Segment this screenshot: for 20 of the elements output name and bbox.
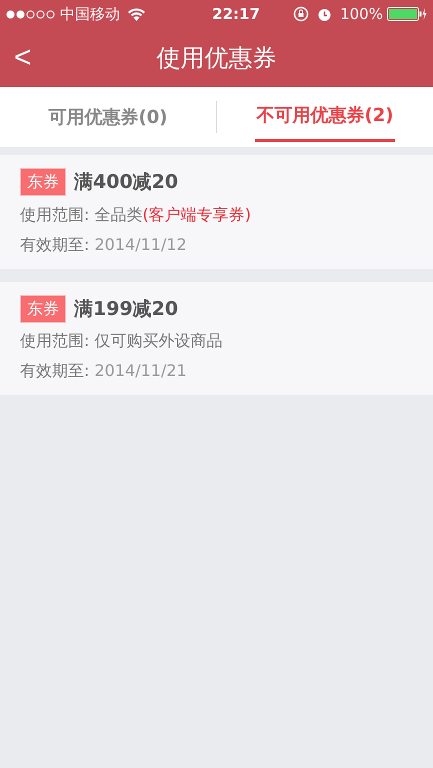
scope-text: 使用范围: 全品类(客户端专享券)	[20, 204, 252, 226]
signal-icon	[6, 10, 56, 18]
carrier-name: 中国移动	[60, 4, 120, 25]
coupon-tag: 东券	[20, 294, 66, 323]
expiry-text: 有效期至: 2014/11/12	[20, 234, 188, 256]
coupon-tag: 东券	[20, 168, 66, 196]
wifi-icon	[128, 8, 145, 20]
scope-text: 使用范围: 仅可购买外设商品	[20, 330, 224, 352]
coupon-title: 满199减20	[74, 296, 178, 322]
rotation-lock-icon	[293, 6, 310, 22]
alarm-icon	[317, 6, 332, 22]
tab[interactable]: 可用优惠券(0)	[0, 87, 216, 147]
battery-icon	[386, 7, 427, 21]
page-title: 使用优惠券	[156, 42, 276, 74]
clock-time: 22:17	[211, 4, 260, 25]
expiry-text: 有效期至: 2014/11/21	[20, 360, 188, 382]
back-button[interactable]: <	[0, 42, 62, 72]
battery-percent: 100%	[340, 4, 383, 25]
coupon-title: 满400减20	[74, 170, 178, 195]
tab[interactable]: 不可用优惠券(2)	[217, 87, 433, 147]
